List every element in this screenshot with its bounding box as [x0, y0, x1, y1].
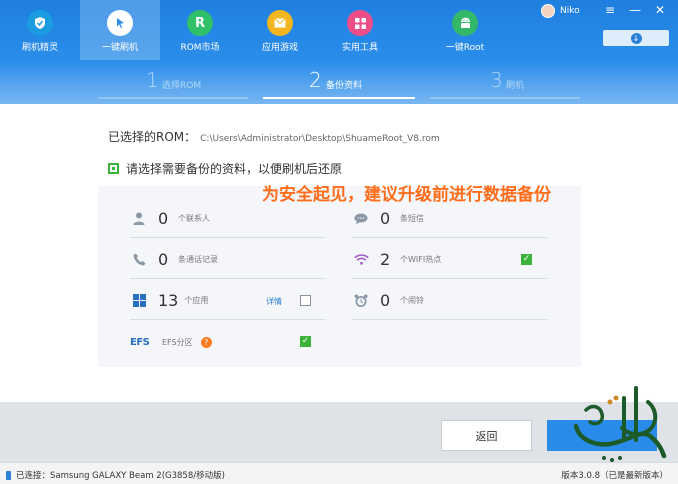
cursor-icon	[107, 10, 133, 36]
help-icon[interactable]: ?	[200, 336, 212, 348]
contacts-label: 个联系人	[178, 214, 210, 223]
sms-count: 0	[380, 209, 391, 228]
hint-text: 请选择需要备份的资料，以便刷机后还原	[126, 162, 343, 176]
calls-label: 条通话记录	[178, 255, 218, 264]
user-info[interactable]: Niko	[541, 4, 580, 18]
device-icon	[6, 470, 11, 480]
person-icon	[130, 210, 148, 228]
phone-icon	[130, 251, 148, 269]
efs-label: EFS分区	[162, 337, 193, 347]
step-label: 刷机	[506, 81, 525, 91]
backup-item-sms: 0 条短信	[352, 200, 547, 238]
version-text: 版本3.0.8（已是最新版本）	[561, 471, 668, 481]
nav-label: 一键刷机	[101, 43, 138, 53]
grid-icon	[347, 10, 373, 36]
header: 刷机精灵 一键刷机 R ROM市场 应用游戏 实用工具 一键Root Niko …	[0, 0, 678, 104]
backup-item-wifi: 2 个WIFI热点	[352, 241, 547, 279]
step-bar	[430, 97, 580, 99]
nav-label: 实用工具	[341, 43, 378, 53]
main-panel: 已选择的ROM： C:\Users\Administrator\Desktop\S…	[0, 104, 678, 402]
download-icon: ↓	[630, 32, 642, 44]
wifi-label: 个WIFI热点	[400, 255, 442, 264]
nav-label: 一键Root	[445, 43, 485, 53]
apps-detail-link[interactable]: 详情	[266, 296, 282, 307]
user-name: Niko	[560, 6, 580, 16]
alarm-icon	[352, 292, 370, 310]
backup-options-card: 0 个联系人 0 条短信 0 条通话记录 2 个WIFI热点 ✓ 13 个应用 …	[98, 186, 581, 367]
hint-marker-icon	[108, 163, 119, 174]
step-1: 1 选择ROM	[98, 68, 248, 99]
backup-hint: 请选择需要备份的资料，以便刷机后还原	[108, 160, 342, 177]
backup-warning: 为安全起见，建议升级前进行数据备份	[262, 185, 551, 205]
shield-icon	[27, 10, 53, 36]
android-icon	[452, 10, 478, 36]
wifi-checkbox[interactable]: ✓	[521, 254, 532, 265]
nav-label: 刷机精灵	[21, 43, 58, 53]
apps-icon	[130, 292, 148, 310]
step-label: 选择ROM	[162, 81, 202, 91]
apps-label: 个应用	[184, 296, 209, 305]
calls-count: 0	[158, 250, 169, 269]
efs-icon: EFS	[130, 336, 150, 348]
back-button[interactable]: 返回	[441, 420, 532, 451]
backup-item-contacts: 0 个联系人	[130, 200, 325, 238]
minimize-icon[interactable]: —	[627, 3, 643, 17]
alarms-count: 0	[380, 291, 391, 310]
efs-checkbox[interactable]: ✓	[300, 336, 311, 347]
mail-icon	[267, 10, 293, 36]
step-3: 3 刷机	[430, 68, 580, 99]
nav-label: 应用游戏	[261, 43, 298, 53]
download-button[interactable]: ↓	[603, 30, 669, 46]
connection-status: 已连接：Samsung GALAXY Beam 2(G3858/移动版)	[6, 469, 225, 481]
watermark-logo	[573, 386, 667, 462]
avatar	[541, 4, 555, 18]
apps-checkbox[interactable]	[300, 295, 311, 306]
nav-item-yijianshuaji[interactable]: 一键刷机	[80, 0, 160, 60]
backup-item-apps: 13 个应用	[130, 282, 325, 320]
backup-item-efs: EFS EFS分区 ?	[130, 323, 325, 361]
rom-label: 已选择的ROM：	[108, 130, 197, 144]
message-icon	[352, 210, 370, 228]
menu-icon[interactable]: ≡	[602, 3, 618, 17]
step-label: 备份资料	[326, 81, 363, 91]
step-number: 1	[146, 68, 159, 92]
connection-text: 已连接：Samsung GALAXY Beam 2(G3858/移动版)	[16, 471, 225, 481]
rom-selection: 已选择的ROM： C:\Users\Administrator\Desktop\S…	[108, 128, 440, 145]
nav-item-apps-games[interactable]: 应用游戏	[240, 0, 320, 60]
step-bar	[263, 97, 415, 99]
close-icon[interactable]: ✕	[652, 3, 668, 17]
rom-icon: R	[187, 10, 213, 36]
alarms-label: 个闹铃	[400, 296, 424, 305]
apps-count: 13	[158, 291, 179, 310]
wifi-count: 2	[380, 250, 391, 269]
backup-item-calls: 0 条通话记录	[130, 241, 325, 279]
step-number: 3	[490, 68, 503, 92]
wifi-icon	[352, 251, 370, 269]
sms-label: 条短信	[400, 214, 424, 223]
contacts-count: 0	[158, 209, 169, 228]
step-bar	[98, 97, 248, 99]
backup-item-alarms: 0 个闹铃	[352, 282, 547, 320]
nav-item-shuajijingling[interactable]: 刷机精灵	[0, 0, 80, 60]
nav-item-tools[interactable]: 实用工具	[320, 0, 400, 60]
step-number: 2	[309, 68, 322, 92]
rom-path: C:\Users\Administrator\Desktop\ShuameRoo…	[200, 134, 440, 144]
step-2: 2 备份资料	[263, 68, 415, 99]
nav-item-root[interactable]: 一键Root	[425, 0, 505, 60]
nav-label: ROM市场	[180, 43, 220, 53]
nav-item-rom-market[interactable]: R ROM市场	[160, 0, 240, 60]
